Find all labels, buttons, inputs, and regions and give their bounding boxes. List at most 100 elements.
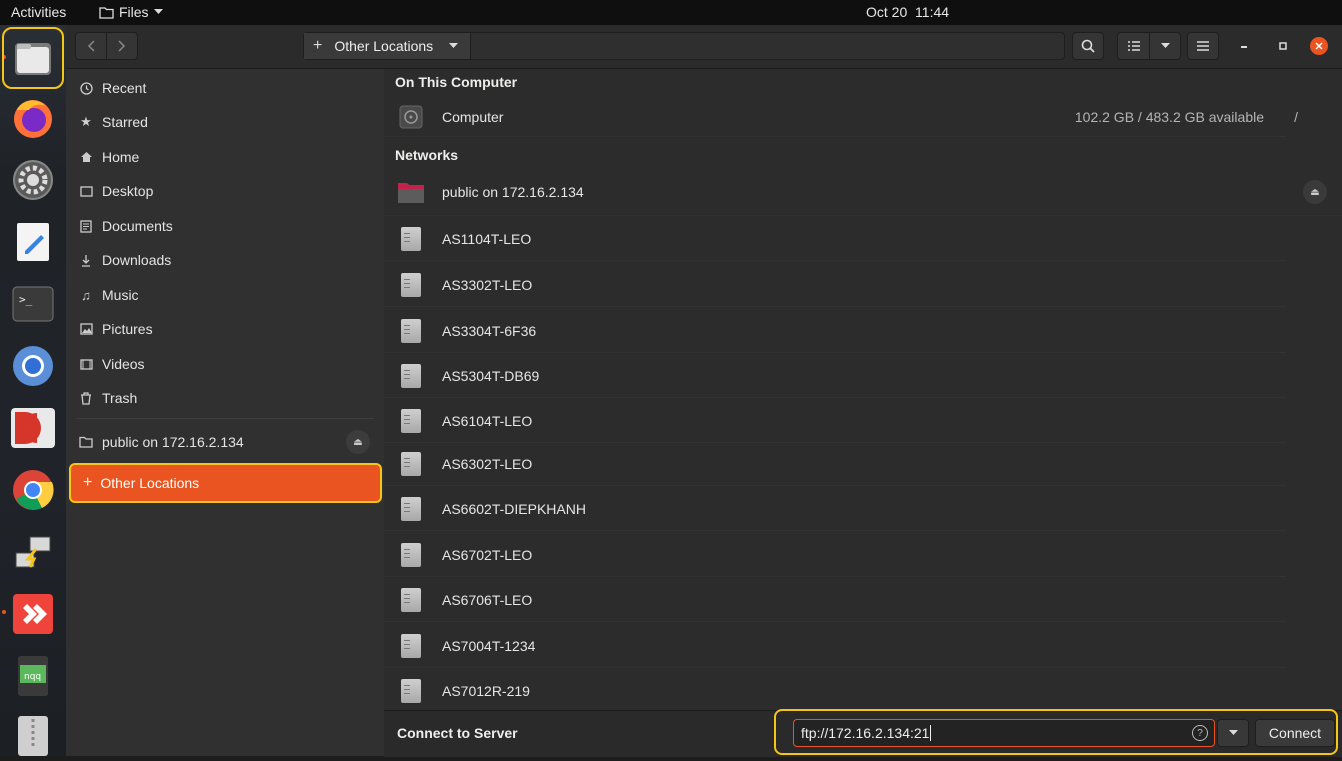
search-icon [1081, 39, 1095, 53]
main-menu-button[interactable] [1187, 32, 1219, 60]
sidebar-item-desktop[interactable]: Desktop [76, 175, 382, 207]
sidebar-item-pictures[interactable]: Pictures [76, 313, 382, 345]
archive-icon[interactable] [8, 711, 58, 761]
network-item-label: AS5304T-DB69 [442, 367, 540, 384]
server-icon [401, 633, 421, 658]
running-indicator [2, 610, 6, 614]
path-bar[interactable]: + Other Locations [303, 32, 1065, 60]
sidebar-item-videos[interactable]: Videos [76, 348, 382, 380]
eject-button[interactable]: ⏏ [346, 430, 370, 454]
network-row[interactable]: AS3304T-6F36 [384, 309, 1286, 353]
server-icon [401, 587, 421, 612]
sidebar-item-recent[interactable]: Recent [76, 72, 382, 104]
view-list-button[interactable] [1117, 32, 1150, 60]
forward-button[interactable] [106, 32, 138, 60]
computer-row[interactable]: Computer 102.2 GB / 483.2 GB available / [384, 97, 1298, 137]
close-button[interactable] [1310, 37, 1328, 55]
maximize-icon [1279, 42, 1287, 50]
doublecmd-icon[interactable] [8, 403, 58, 453]
server-icon [401, 272, 421, 297]
date: Oct 20 [866, 4, 908, 20]
music-icon: ♫ [81, 287, 91, 303]
network-item-label: AS3304T-6F36 [442, 322, 537, 339]
firefox-icon[interactable] [8, 93, 58, 143]
sidebar-item-home[interactable]: Home [76, 141, 382, 173]
sidebar-item-documents[interactable]: Documents [76, 210, 382, 242]
notes-app-icon[interactable]: nqq [8, 651, 58, 701]
network-item-label: AS6302T-LEO [442, 455, 533, 472]
network-row[interactable]: AS6602T-DIEPKHANH [384, 487, 1286, 531]
server-icon [401, 542, 421, 567]
anydesk-icon[interactable] [8, 589, 58, 639]
sidebar-item-downloads[interactable]: Downloads [76, 244, 382, 276]
list-view-icon [1127, 41, 1140, 51]
app-menu[interactable]: Files [99, 4, 163, 20]
sidebar-item-music[interactable]: ♫ Music [76, 279, 382, 311]
activities-button[interactable]: Activities [11, 4, 66, 20]
sidebar-item-label: Trash [102, 390, 138, 406]
chromium-icon[interactable] [8, 341, 58, 391]
plus-icon: + [83, 474, 93, 491]
network-row[interactable]: AS6104T-LEO [384, 399, 1286, 443]
chevron-down-icon [1160, 43, 1170, 48]
server-icon [401, 496, 421, 521]
maximize-button[interactable] [1275, 38, 1291, 54]
network-row[interactable]: AS6302T-LEO [384, 442, 1286, 486]
server-address-input[interactable]: ftp://172.16.2.134:21 ? [793, 719, 1215, 747]
clock[interactable]: Oct 20 11:44 [866, 4, 949, 20]
sidebar-item-trash[interactable]: Trash [76, 382, 382, 414]
server-icon [401, 318, 421, 343]
eject-icon: ⏏ [1310, 186, 1320, 198]
search-button[interactable] [1072, 32, 1104, 60]
clock-icon [79, 81, 93, 95]
network-row[interactable]: AS7012R-219 [384, 669, 1286, 710]
network-row[interactable]: AS6702T-LEO [384, 533, 1286, 577]
location-label: Other Locations [334, 38, 434, 54]
back-button[interactable] [75, 32, 107, 60]
chevron-down-icon [449, 43, 459, 48]
network-item-label: AS6104T-LEO [442, 412, 533, 429]
picture-icon [79, 323, 93, 335]
network-item-label: AS1104T-LEO [442, 230, 532, 247]
eject-button[interactable]: ⏏ [1303, 180, 1327, 204]
network-row[interactable]: AS7004T-1234 [384, 624, 1286, 668]
chrome-icon[interactable] [8, 465, 58, 515]
plus-icon: + [313, 37, 323, 54]
hamburger-icon [1197, 41, 1209, 51]
sidebar-item-starred[interactable]: ★ Starred [76, 106, 382, 138]
connect-button[interactable]: Connect [1255, 719, 1335, 747]
sidebar-item-label: Other Locations [100, 475, 200, 491]
header-bar: + Other Locations [66, 25, 1342, 69]
sidebar-item-mount[interactable]: public on 172.16.2.134 [76, 426, 346, 458]
chevron-right-icon [118, 40, 126, 52]
network-row[interactable]: AS6706T-LEO [384, 578, 1286, 622]
server-icon [401, 363, 421, 388]
section-header-computer: On This Computer [395, 74, 518, 90]
terminal-icon[interactable]: >_ [8, 279, 58, 329]
location-button[interactable]: + Other Locations [304, 33, 471, 59]
network-folder-icon [398, 182, 424, 203]
view-options-button[interactable] [1149, 32, 1181, 60]
sidebar-item-label: Starred [102, 114, 148, 130]
text-editor-icon[interactable] [8, 217, 58, 267]
network-row[interactable]: AS5304T-DB69 [384, 354, 1286, 398]
time: 11:44 [915, 4, 950, 20]
network-icon[interactable] [8, 527, 58, 577]
sidebar-item-label: Documents [102, 218, 173, 234]
recent-servers-dropdown[interactable] [1217, 719, 1249, 747]
minimize-button[interactable] [1236, 38, 1252, 54]
help-icon[interactable]: ? [1192, 725, 1208, 741]
network-row[interactable]: AS1104T-LEO [384, 217, 1286, 261]
network-item-label: AS6602T-DIEPKHANH [442, 500, 586, 517]
settings-icon[interactable] [8, 155, 58, 205]
chevron-down-icon [1228, 730, 1238, 735]
network-row[interactable]: AS3302T-LEO [384, 263, 1286, 307]
network-row-mounted[interactable]: public on 172.16.2.134 ⏏ [384, 168, 1342, 216]
network-item-label: public on 172.16.2.134 [442, 183, 584, 200]
sidebar-item-other-locations[interactable]: + Other Locations [69, 463, 382, 503]
computer-name: Computer [442, 108, 504, 125]
server-icon [401, 226, 421, 251]
files-app-icon[interactable] [2, 27, 64, 89]
chevron-left-icon [87, 40, 95, 52]
connect-label: Connect to Server [397, 725, 518, 741]
